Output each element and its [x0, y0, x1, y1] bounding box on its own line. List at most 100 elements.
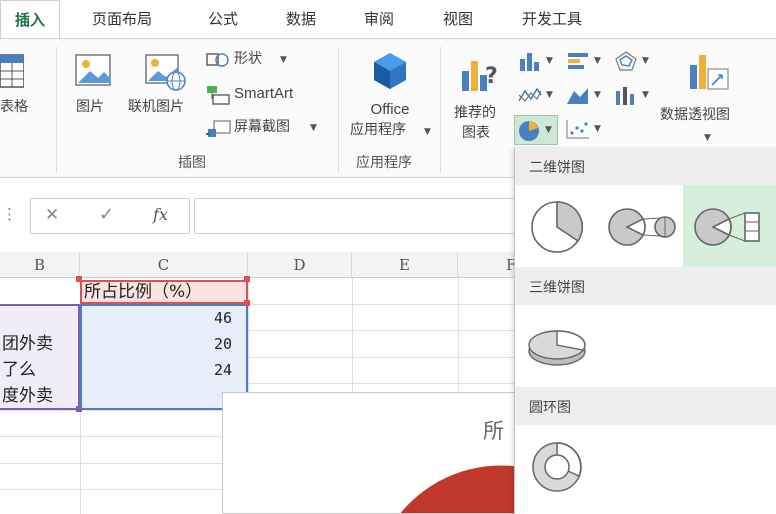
column-header-e[interactable]: E [352, 252, 458, 278]
formula-bar-grip-icon: ⋮ [2, 205, 17, 223]
recommended-charts-line1: 推荐的 [454, 105, 496, 121]
formula-input[interactable] [194, 198, 524, 234]
pivot-chart-icon [690, 55, 729, 90]
column-chart-icon [520, 53, 539, 71]
picture-icon [75, 54, 111, 86]
line-chart-icon [518, 87, 542, 102]
cancel-formula-icon[interactable]: ✕ [45, 205, 59, 225]
tab-review[interactable]: 审阅 [364, 8, 394, 29]
recommended-charts-button[interactable]: ? 推荐的 图表 [448, 47, 510, 147]
stock-chart-arrow-icon: ▼ [642, 90, 649, 100]
pie-chart-arrow-icon: ▼ [545, 125, 552, 135]
pivot-chart-button[interactable]: 数据透视图 ▼ [660, 47, 756, 147]
bar-chart-button[interactable]: ▼ [566, 51, 606, 73]
shapes-button[interactable]: 形状 ▼ [206, 49, 316, 71]
column-header-b[interactable]: B [0, 252, 80, 278]
stock-chart-button[interactable]: ▼ [614, 85, 654, 107]
online-picture-icon [145, 54, 186, 91]
office-apps-line1: Office [370, 101, 410, 118]
recommended-charts-icon: ? [462, 61, 498, 91]
cell-b-row4[interactable]: 度外卖 [2, 386, 53, 406]
column-header-f[interactable]: F [458, 252, 520, 278]
picture-button[interactable]: 图片 [70, 47, 120, 127]
column-header-c[interactable]: C [80, 252, 248, 278]
range-handle[interactable] [244, 300, 250, 306]
cell-c-row2[interactable]: 20 [214, 334, 232, 354]
pivot-chart-dropdown-arrow-icon: ▼ [704, 133, 711, 143]
table-button[interactable]: 表格 [0, 47, 40, 127]
online-picture-label: 联机图片 [128, 99, 184, 115]
cell-c-row1[interactable]: 46 [214, 308, 232, 328]
stock-chart-icon [616, 87, 634, 105]
option-bar-of-pie[interactable] [683, 185, 776, 267]
tab-page-layout[interactable]: 页面布局 [92, 8, 152, 29]
doughnut-icon [532, 442, 582, 492]
svg-text:?: ? [485, 64, 498, 89]
range-handle[interactable] [244, 276, 250, 282]
range-handle[interactable] [76, 406, 82, 412]
option-3d-pie[interactable] [515, 305, 599, 387]
cell-b-row2[interactable]: 团外卖 [2, 334, 53, 354]
pie-chart-icon [519, 121, 539, 141]
section-doughnut-header: 圆环图 [515, 387, 776, 425]
insert-function-icon[interactable]: fx [153, 205, 168, 224]
enter-formula-icon[interactable]: ✓ [99, 204, 114, 225]
online-picture-button[interactable]: 联机图片 [126, 47, 202, 127]
tab-developer[interactable]: 开发工具 [522, 8, 582, 29]
option-pie-of-pie[interactable] [599, 185, 683, 267]
formula-bar-buttons: ✕ ✓ fx [30, 198, 190, 234]
tab-view[interactable]: 视图 [443, 8, 473, 29]
column-header-d[interactable]: D [248, 252, 352, 278]
scatter-chart-arrow-icon: ▼ [594, 124, 601, 134]
illustrations-group-label: 插图 [178, 155, 206, 171]
area-chart-button[interactable]: ▼ [566, 85, 606, 107]
shapes-dropdown-arrow-icon: ▼ [280, 55, 287, 65]
bar-chart-icon [568, 53, 588, 69]
cell-b-row3[interactable]: 了么 [2, 360, 36, 380]
column-chart-button[interactable]: ▼ [518, 51, 558, 73]
chart-object[interactable]: 所 [222, 392, 520, 514]
cell-c-row3[interactable]: 24 [214, 360, 232, 380]
screenshot-button[interactable]: 屏幕截图 ▼ [206, 117, 326, 139]
smartart-label: SmartArt [234, 85, 294, 102]
pie-chart-dropdown: 二维饼图 三维饼图 圆环图 [514, 147, 776, 514]
picture-label: 图片 [76, 99, 104, 115]
bar-of-pie-icon [694, 208, 760, 246]
area-chart-arrow-icon: ▼ [594, 90, 601, 100]
option-doughnut[interactable] [515, 425, 599, 507]
3d-pie-icon [528, 330, 586, 366]
scatter-chart-icon [566, 120, 589, 139]
group-separator [56, 47, 57, 172]
office-apps-dropdown-arrow-icon: ▼ [424, 127, 431, 137]
table-label: 表格 [0, 99, 28, 115]
chart-pie-slice [400, 465, 519, 513]
recommended-charts-line2: 图表 [462, 125, 490, 141]
range-handle[interactable] [76, 276, 82, 282]
line-chart-button[interactable]: ▼ [518, 85, 558, 107]
apps-group-label: 应用程序 [356, 155, 412, 171]
option-pie[interactable] [515, 185, 599, 267]
smartart-icon [207, 86, 230, 105]
radar-chart-button[interactable]: ▼ [614, 51, 654, 73]
cell-c-header[interactable]: 所占比例（%） [84, 282, 202, 302]
screenshot-label: 屏幕截图 [234, 119, 290, 135]
formula-bar: ⋮ ✕ ✓ fx [0, 178, 524, 248]
tab-formulas[interactable]: 公式 [208, 8, 238, 29]
pie-of-pie-icon [608, 208, 676, 246]
tab-insert[interactable]: 插入 [0, 0, 61, 39]
tab-data[interactable]: 数据 [286, 8, 316, 29]
shapes-label: 形状 [234, 51, 262, 67]
table-icon [0, 54, 24, 88]
pivot-chart-label: 数据透视图 [660, 107, 730, 123]
line-chart-arrow-icon: ▼ [546, 90, 553, 100]
shapes-icon [206, 53, 229, 67]
pie-chart-button[interactable]: ▼ [514, 115, 558, 145]
section-3d-pie-header: 三维饼图 [515, 267, 776, 305]
smartart-button[interactable]: SmartArt [206, 83, 326, 105]
area-chart-icon [567, 88, 588, 104]
office-apps-button[interactable]: Office 应用程序 ▼ [344, 47, 436, 147]
screenshot-icon [206, 120, 231, 137]
pie-icon [531, 201, 584, 253]
group-separator [440, 47, 441, 172]
scatter-chart-button[interactable]: ▼ [566, 119, 606, 141]
